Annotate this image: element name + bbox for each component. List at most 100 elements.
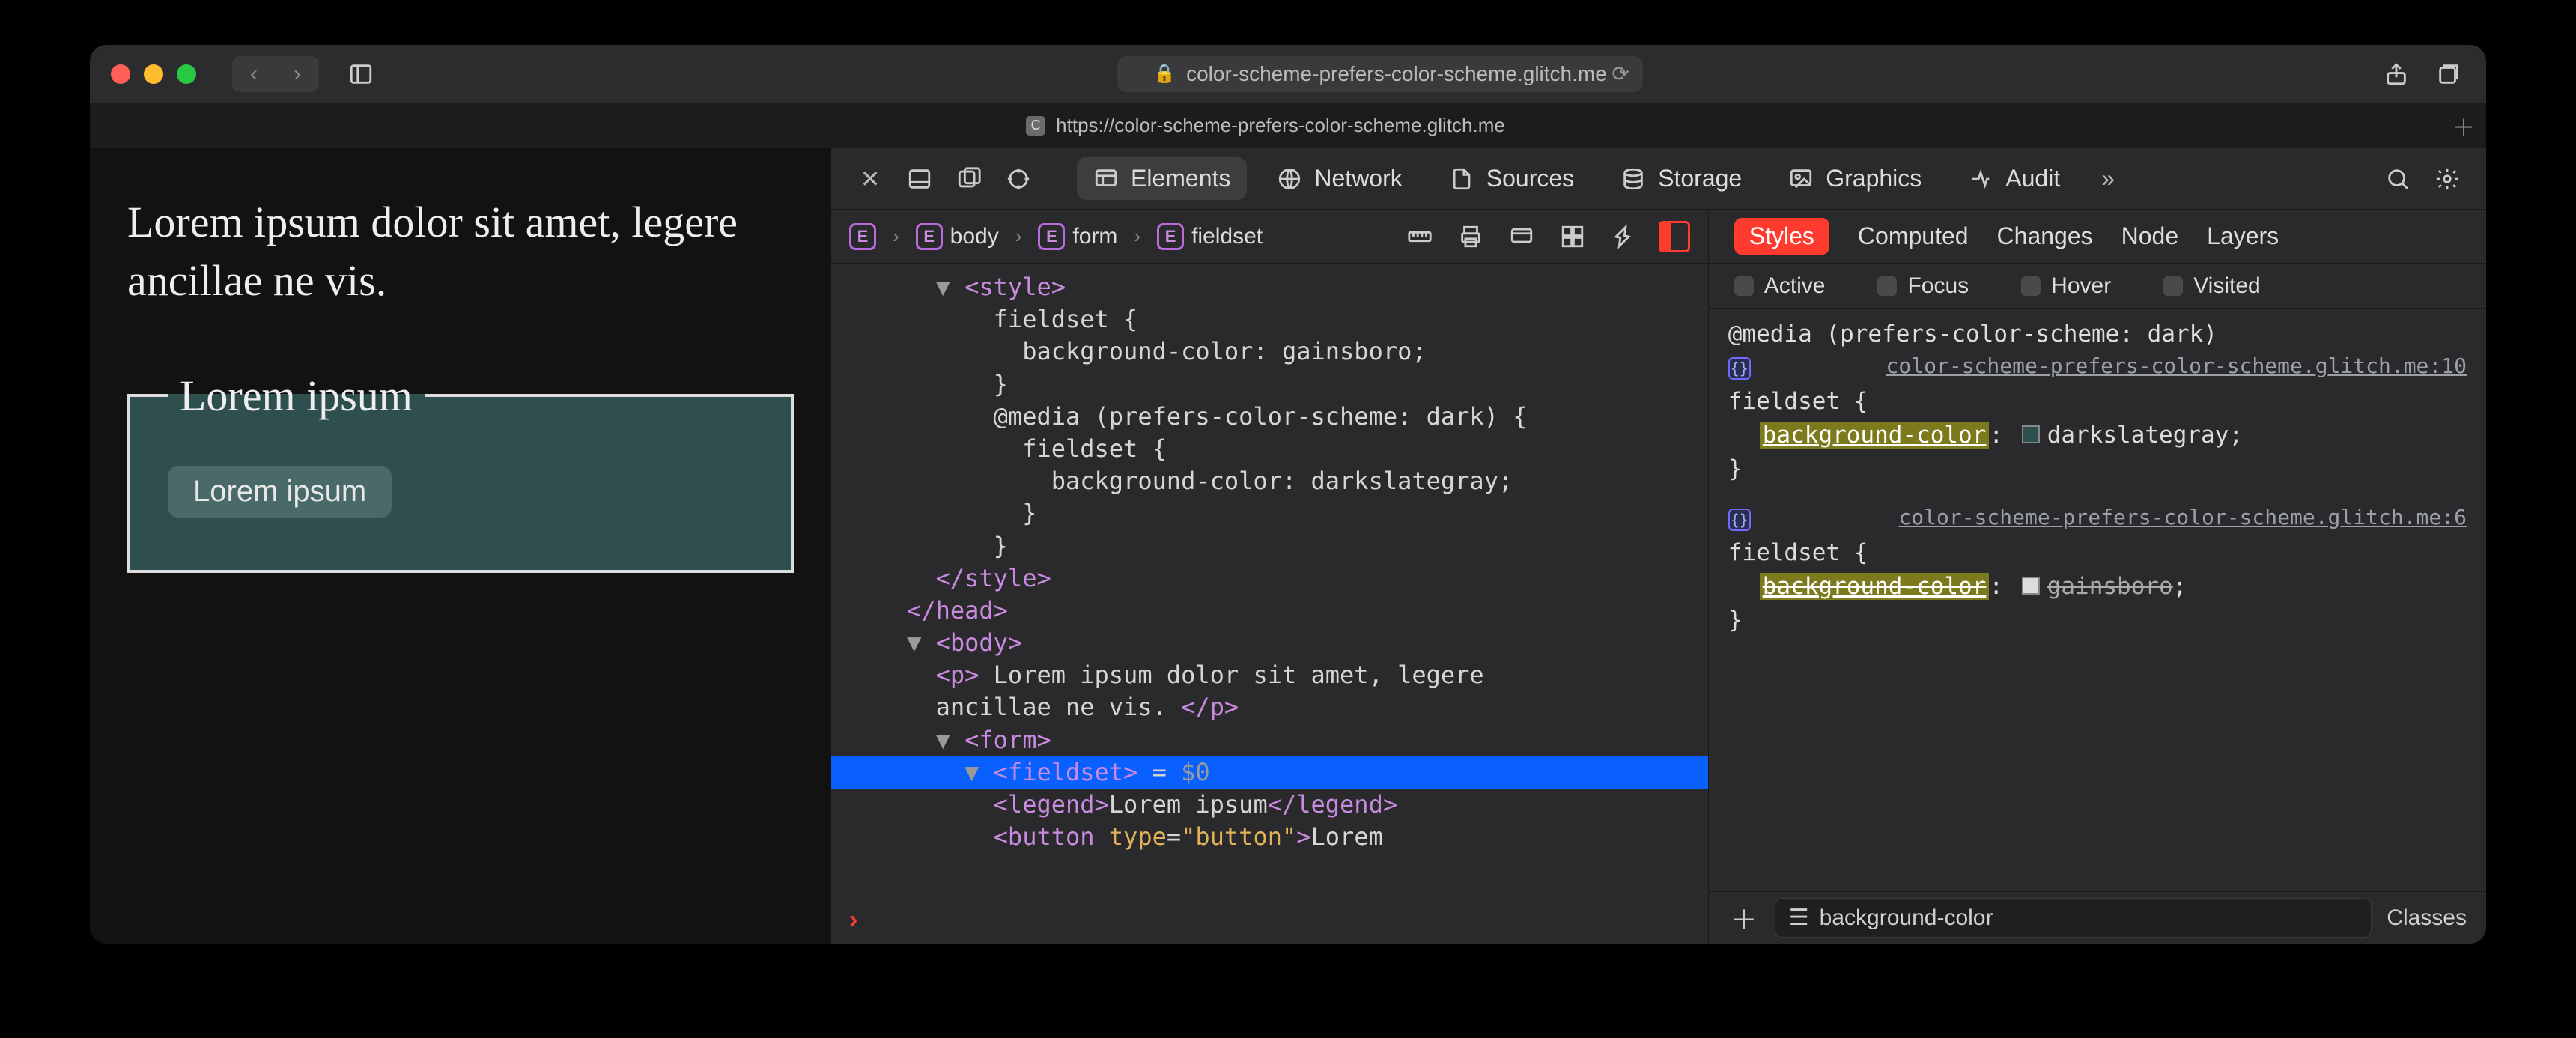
dom-line[interactable]: <p> Lorem ipsum dolor sit amet, legere [831, 659, 1708, 691]
toggle-active[interactable]: Active [1734, 273, 1826, 299]
dom-line[interactable]: ▼ <form> [831, 724, 1708, 756]
dock-bottom-icon[interactable] [902, 161, 938, 197]
address-bar[interactable]: 🔒 color-scheme-prefers-color-scheme.glit… [1117, 56, 1643, 92]
rule-source-link[interactable]: color-scheme-prefers-color-scheme.glitch… [1898, 503, 2467, 533]
styles-filter-input[interactable]: ☰ background-color [1775, 898, 2372, 938]
print-styles-icon[interactable] [1455, 221, 1486, 252]
tab-styles[interactable]: Styles [1734, 218, 1829, 255]
dom-line[interactable]: </head> [831, 595, 1708, 627]
tab-sources[interactable]: Sources [1433, 157, 1591, 200]
dom-line[interactable]: ancillae ne vis. </p> [831, 691, 1708, 723]
devtools: ✕ Elements Network Sources [831, 148, 2486, 944]
dom-line[interactable]: background-color: darkslategray; [831, 465, 1708, 497]
dom-tree[interactable]: ▼ <style> fieldset { background-color: g… [831, 264, 1708, 896]
color-swatch-icon[interactable] [2022, 577, 2040, 595]
tab-graphics[interactable]: Graphics [1772, 157, 1938, 200]
style-rule-1: @media (prefers-color-scheme: dark) {} co… [1728, 318, 2467, 486]
toggle-focus[interactable]: Focus [1877, 273, 1969, 299]
jump-to-source-icon[interactable]: {} [1728, 357, 1751, 380]
breadcrumb-body[interactable]: Ebody [916, 223, 999, 250]
element-picker-icon[interactable] [1000, 161, 1036, 197]
dom-line[interactable]: fieldset { [831, 433, 1708, 465]
search-icon[interactable] [2380, 161, 2416, 197]
sidebar-toggle-icon[interactable] [341, 56, 380, 92]
styles-footer: ＋ ☰ background-color Classes [1709, 891, 2486, 944]
css-property[interactable]: background-color [1760, 573, 1990, 600]
browser-tab[interactable]: C https://color-scheme-prefers-color-sch… [90, 114, 2441, 137]
dock-side-icon[interactable] [951, 161, 987, 197]
css-value[interactable]: darkslategray [2047, 422, 2229, 449]
back-button[interactable]: ‹ [232, 56, 276, 92]
force-appearance-icon[interactable] [1506, 221, 1537, 252]
tab-changes[interactable]: Changes [1997, 222, 2093, 250]
ruler-icon[interactable] [1404, 221, 1436, 252]
filter-icon: ☰ [1789, 905, 1809, 931]
minimize-icon[interactable] [144, 64, 163, 84]
toggle-details-icon[interactable] [1659, 221, 1690, 252]
forward-button[interactable]: › [276, 56, 319, 92]
dom-line[interactable]: <button type="button">Lorem [831, 821, 1708, 853]
paint-flash-icon[interactable] [1608, 221, 1639, 252]
rule-source-link[interactable]: color-scheme-prefers-color-scheme.glitch… [1886, 351, 2467, 382]
toggle-visited[interactable]: Visited [2163, 273, 2261, 299]
devtools-tabbar: ✕ Elements Network Sources [831, 148, 2486, 210]
page-viewport: Lorem ipsum dolor sit amet, legere ancil… [90, 148, 831, 944]
dom-line[interactable]: </style> [831, 562, 1708, 595]
jump-to-source-icon[interactable]: {} [1728, 509, 1751, 531]
page-fieldset: Lorem ipsum Lorem ipsum [127, 371, 794, 573]
tab-elements[interactable]: Elements [1077, 157, 1247, 200]
grid-overlay-icon[interactable] [1557, 221, 1588, 252]
css-value[interactable]: gainsboro [2047, 573, 2173, 600]
dom-line[interactable]: <legend>Lorem ipsum</legend> [831, 789, 1708, 821]
dom-breadcrumb: E › Ebody › Eform › Efieldset [831, 210, 1708, 264]
nav-arrows: ‹ › [232, 56, 319, 92]
dom-line[interactable]: @media (prefers-color-scheme: dark) { [831, 401, 1708, 433]
tab-computed[interactable]: Computed [1858, 222, 1969, 250]
new-tab-button[interactable]: ＋ [2441, 109, 2486, 142]
dom-line[interactable]: ▼ <body> [831, 627, 1708, 659]
tab-layers[interactable]: Layers [2207, 222, 2279, 250]
breadcrumb-root[interactable]: E [849, 223, 876, 250]
dom-line[interactable]: } [831, 530, 1708, 562]
address-host: color-scheme-prefers-color-scheme.glitch… [1186, 62, 1607, 86]
tab-audit[interactable]: Audit [1951, 157, 2077, 200]
styles-rules[interactable]: @media (prefers-color-scheme: dark) {} co… [1709, 309, 2486, 891]
breadcrumb-form[interactable]: Eform [1038, 223, 1117, 250]
classes-toggle[interactable]: Classes [2387, 905, 2467, 931]
share-icon[interactable] [2380, 58, 2413, 91]
console-prompt-icon: › [849, 905, 857, 935]
styles-tabbar: Styles Computed Changes Node Layers [1709, 210, 2486, 264]
chevron-right-icon: › [1015, 225, 1022, 248]
dom-line[interactable]: fieldset { [831, 303, 1708, 336]
zoom-icon[interactable] [177, 64, 196, 84]
dom-line[interactable]: ▼ <style> [831, 271, 1708, 303]
close-icon[interactable] [111, 64, 130, 84]
breadcrumb-fieldset[interactable]: Efieldset [1157, 223, 1263, 250]
dom-line[interactable]: } [831, 497, 1708, 529]
chevron-right-icon: › [893, 225, 899, 248]
more-tabs-icon[interactable]: » [2090, 161, 2126, 197]
style-rule-2: {} color-scheme-prefers-color-scheme.glit… [1728, 503, 2467, 637]
tab-title: https://color-scheme-prefers-color-schem… [1056, 114, 1505, 137]
reload-icon[interactable]: ⟳ [1611, 61, 1629, 86]
page-legend: Lorem ipsum [168, 371, 425, 421]
close-devtools-icon[interactable]: ✕ [852, 161, 888, 197]
media-query: @media (prefers-color-scheme: dark) [1728, 318, 2467, 351]
pseudo-class-toggles: Active Focus Hover Visited [1709, 264, 2486, 309]
dom-line[interactable]: } [831, 368, 1708, 401]
dom-line[interactable]: background-color: gainsboro; [831, 336, 1708, 368]
color-swatch-icon[interactable] [2022, 425, 2040, 443]
console-drawer[interactable]: › [831, 896, 1708, 944]
page-paragraph: Lorem ipsum dolor sit amet, legere ancil… [127, 193, 794, 311]
tab-network[interactable]: Network [1260, 157, 1418, 200]
dom-line[interactable]: ▼ <fieldset> = $0 [831, 756, 1708, 789]
tab-storage[interactable]: Storage [1604, 157, 1758, 200]
page-button[interactable]: Lorem ipsum [168, 466, 392, 518]
toggle-hover[interactable]: Hover [2021, 273, 2111, 299]
css-property[interactable]: background-color [1760, 422, 1990, 449]
lock-icon: 🔒 [1153, 63, 1176, 85]
settings-icon[interactable] [2429, 161, 2465, 197]
tabs-overview-icon[interactable] [2432, 58, 2465, 91]
tab-node[interactable]: Node [2121, 222, 2179, 250]
new-rule-button[interactable]: ＋ [1728, 902, 1760, 934]
